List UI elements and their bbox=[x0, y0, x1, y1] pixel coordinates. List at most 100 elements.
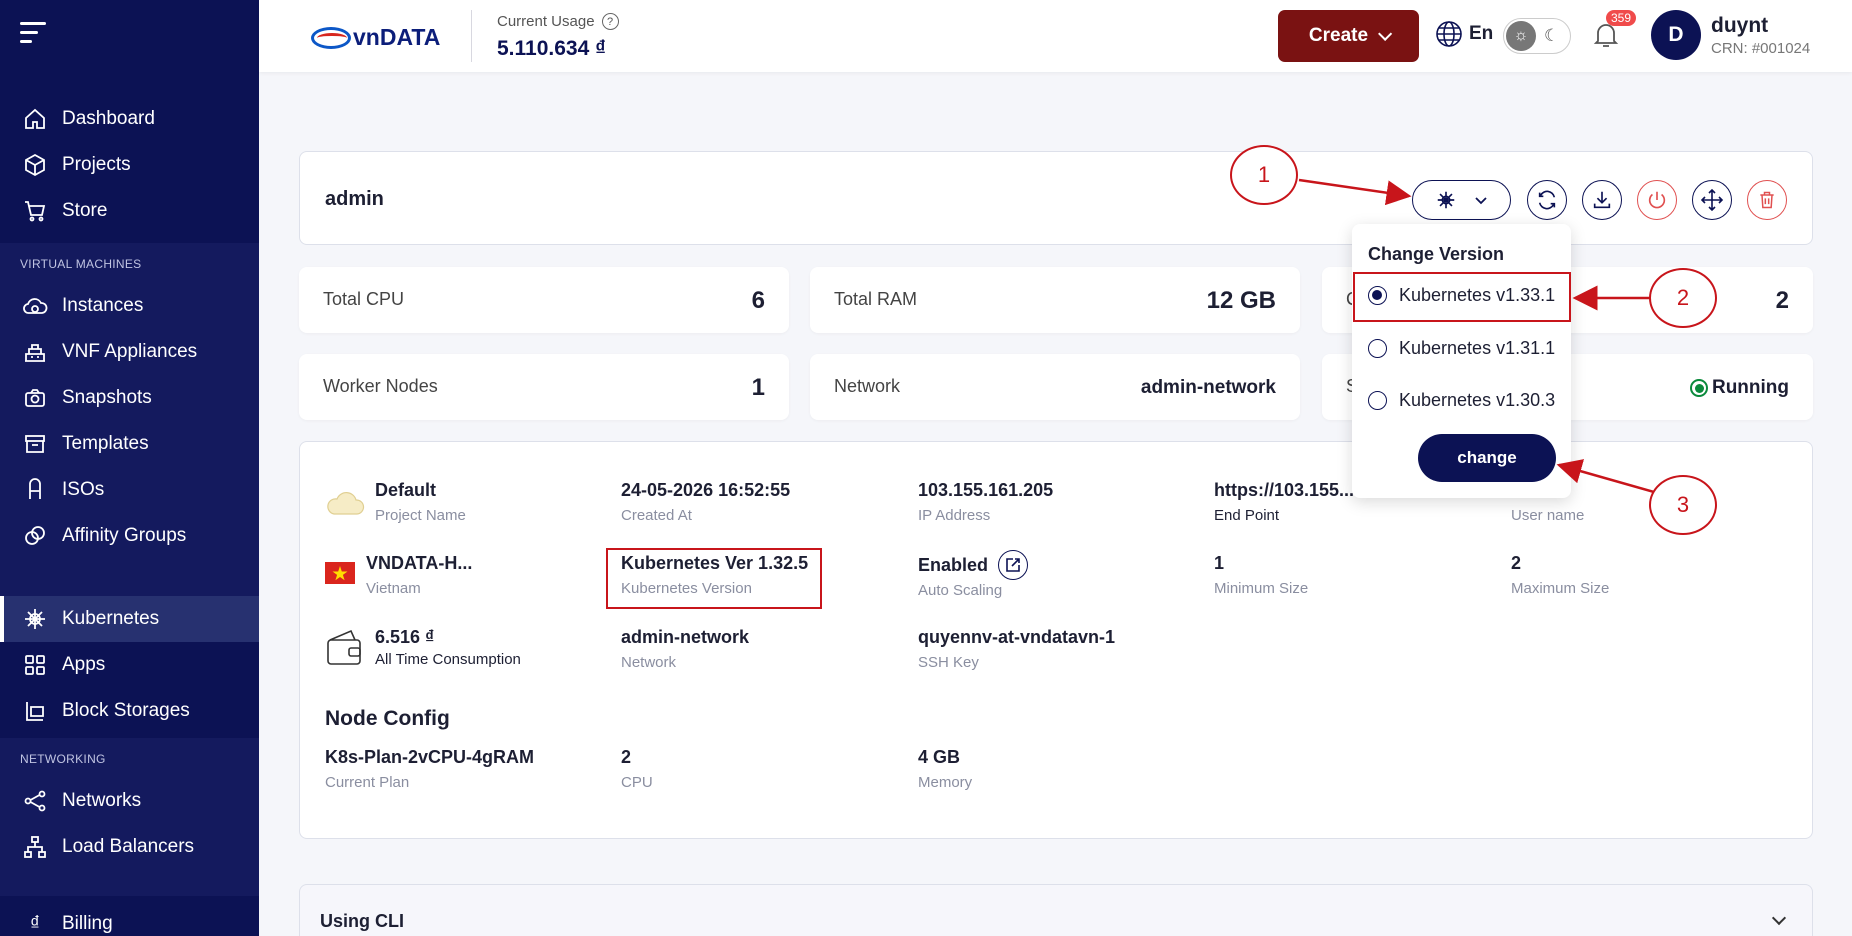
sidebar-middle-group: Kubernetes Apps Block Storages bbox=[0, 596, 259, 734]
circles-icon bbox=[22, 523, 48, 549]
stat-label: Total CPU bbox=[323, 289, 405, 309]
annotation-step-3: 3 bbox=[1649, 475, 1717, 535]
sidebar-item-label: Networks bbox=[62, 790, 142, 811]
brand-logo[interactable]: vnDATA bbox=[311, 24, 440, 51]
sidebar-item-billing[interactable]: ₫ Billing bbox=[0, 901, 259, 936]
scale-button[interactable] bbox=[1692, 180, 1732, 220]
sidebar-item-label: Projects bbox=[62, 154, 131, 175]
field-value: 1 bbox=[1214, 553, 1225, 573]
sidebar-item-label: ISOs bbox=[62, 479, 105, 500]
field-node-memory: 4 GB Memory bbox=[918, 747, 972, 791]
sidebar-item-load-balancers[interactable]: Load Balancers bbox=[0, 824, 259, 870]
edit-icon[interactable] bbox=[998, 550, 1029, 580]
language-label: En bbox=[1469, 23, 1494, 44]
sidebar-item-snapshots[interactable]: Snapshots bbox=[0, 375, 259, 421]
top-header: vnDATA Current Usage ? 5.110.634 ₫ Creat… bbox=[259, 0, 1852, 72]
radio-icon[interactable] bbox=[1368, 339, 1387, 358]
grid-icon bbox=[22, 652, 48, 678]
field-project: Default Project Name bbox=[375, 480, 466, 524]
sidebar-item-label: Snapshots bbox=[62, 387, 152, 408]
field-created-at: 24-05-2026 16:52:55 Created At bbox=[621, 480, 790, 524]
sidebar-item-store[interactable]: Store bbox=[0, 188, 259, 234]
helm-icon bbox=[22, 606, 48, 632]
version-option[interactable]: Kubernetes v1.31.1 bbox=[1368, 338, 1555, 359]
moon-icon: ☾ bbox=[1544, 26, 1560, 45]
refresh-button[interactable] bbox=[1527, 180, 1567, 220]
sidebar-item-label: Store bbox=[62, 200, 108, 221]
using-cli-accordion[interactable]: Using CLI bbox=[299, 884, 1813, 936]
sidebar-item-block-storages[interactable]: Block Storages bbox=[0, 688, 259, 734]
field-value: admin-network bbox=[621, 627, 750, 647]
kubernetes-version-dropdown[interactable] bbox=[1412, 180, 1511, 220]
language-selector[interactable]: En bbox=[1435, 20, 1493, 48]
field-label: All Time Consumption bbox=[375, 651, 521, 668]
create-button-label: Create bbox=[1308, 25, 1369, 46]
sidebar-item-templates[interactable]: Templates bbox=[0, 421, 259, 467]
sidebar-item-kubernetes[interactable]: Kubernetes bbox=[0, 596, 259, 642]
field-label: Vietnam bbox=[366, 580, 421, 597]
field-value: Enabled bbox=[918, 554, 989, 575]
create-button[interactable]: Create bbox=[1278, 10, 1419, 62]
field-value: 4 GB bbox=[918, 747, 961, 767]
sidebar-item-label: VNF Appliances bbox=[62, 341, 198, 362]
version-option[interactable]: Kubernetes v1.30.3 bbox=[1368, 390, 1555, 411]
sidebar-item-label: Instances bbox=[62, 295, 144, 316]
avatar[interactable]: D bbox=[1651, 10, 1701, 60]
sidebar-item-affinity-groups[interactable]: Affinity Groups bbox=[0, 513, 259, 559]
field-label: End Point bbox=[1214, 507, 1280, 524]
home-icon bbox=[22, 106, 48, 132]
download-button[interactable] bbox=[1582, 180, 1622, 220]
field-label: Network bbox=[621, 654, 677, 671]
cloud-icon bbox=[22, 293, 48, 319]
sidebar-item-instances[interactable]: Instances bbox=[0, 283, 259, 329]
sun-icon: ☼ bbox=[1506, 21, 1536, 51]
stat-value: admin-network bbox=[1140, 377, 1276, 398]
sidebar-item-label: Templates bbox=[62, 433, 149, 454]
menu-toggle-icon[interactable] bbox=[20, 22, 46, 49]
sidebar-item-apps[interactable]: Apps bbox=[0, 642, 259, 688]
sidebar-item-label: Kubernetes bbox=[62, 608, 160, 629]
notification-badge: 359 bbox=[1606, 10, 1637, 26]
usage-value: 5.110.634 ₫ bbox=[497, 37, 606, 60]
field-value: 6.516 ₫ bbox=[375, 627, 435, 647]
running-dot-icon bbox=[1689, 379, 1708, 397]
stat-network: Network admin-network bbox=[810, 354, 1300, 420]
delete-button[interactable] bbox=[1747, 180, 1787, 220]
theme-toggle[interactable]: ☼ ☾ bbox=[1503, 18, 1571, 54]
stat-value: 12 GB bbox=[1206, 287, 1276, 314]
field-value: Default bbox=[375, 480, 437, 500]
dropdown-title: Change Version bbox=[1368, 244, 1505, 264]
help-icon[interactable]: ? bbox=[601, 13, 619, 30]
sidebar-item-label: Apps bbox=[62, 654, 106, 675]
field-endpoint: https://103.155... End Point bbox=[1214, 480, 1354, 524]
section-heading: VIRTUAL MACHINES bbox=[20, 257, 142, 271]
stat-value: 1 bbox=[751, 374, 765, 401]
field-network: admin-network Network bbox=[621, 627, 749, 671]
field-consumption: 6.516 ₫ All Time Consumption bbox=[375, 627, 521, 668]
power-button[interactable] bbox=[1637, 180, 1677, 220]
field-value: 2 bbox=[621, 747, 632, 767]
sidebar-bottom-group: ₫ Billing bbox=[0, 901, 259, 936]
sidebar-item-dashboard[interactable]: Dashboard bbox=[0, 96, 259, 142]
annotation-step-1: 1 bbox=[1230, 145, 1298, 205]
stat-label: Total RAM bbox=[834, 289, 918, 309]
field-value: 103.155.161.205 bbox=[918, 480, 1054, 500]
sidebar-item-vnf-appliances[interactable]: VNF Appliances bbox=[0, 329, 259, 375]
usage-label-text: Current Usage bbox=[497, 13, 595, 30]
field-value: VNDATA-H... bbox=[366, 553, 473, 573]
sidebar-item-label: Dashboard bbox=[62, 108, 155, 129]
camera-icon bbox=[22, 385, 48, 411]
option-label: Kubernetes v1.31.1 bbox=[1399, 338, 1556, 358]
sidebar-networking-section: NETWORKING Networks Load Balancers bbox=[0, 738, 259, 896]
cloud-project-icon bbox=[327, 491, 365, 515]
change-button[interactable]: change bbox=[1418, 434, 1556, 482]
radio-icon[interactable] bbox=[1368, 391, 1387, 410]
sidebar-item-projects[interactable]: Projects bbox=[0, 142, 259, 188]
cart-icon bbox=[22, 198, 48, 224]
sidebar-item-isos[interactable]: ISOs bbox=[0, 467, 259, 513]
field-label: Maximum Size bbox=[1511, 580, 1610, 597]
sidebar-item-networks[interactable]: Networks bbox=[0, 778, 259, 824]
field-value: https://103.155... bbox=[1214, 480, 1355, 500]
dong-icon: ₫ bbox=[29, 912, 41, 935]
field-ssh-key: quyennv-at-vndatavn-1 SSH Key bbox=[918, 627, 1115, 671]
